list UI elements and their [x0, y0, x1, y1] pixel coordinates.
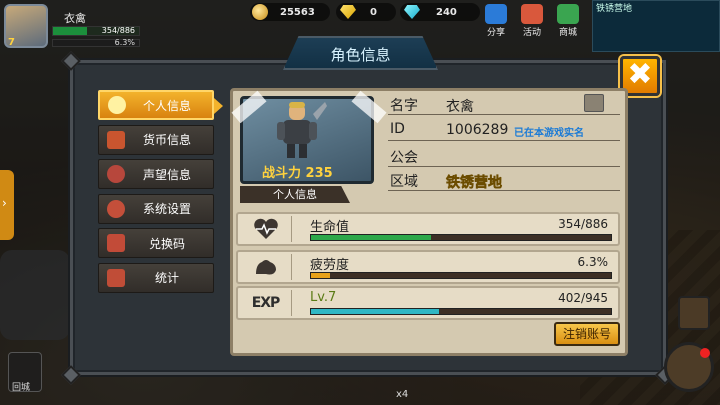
- region-value: 铁锈营地: [446, 175, 503, 192]
- activity-label: 活动: [522, 28, 541, 38]
- shop-label: 商城: [558, 28, 577, 38]
- guild-key: 公会: [390, 150, 418, 166]
- hud-exp-bar: 6.3%: [52, 38, 140, 47]
- id-key: ID: [390, 121, 405, 137]
- chart-icon: [107, 268, 125, 287]
- menu-item-stats[interactable]: 统计: [98, 262, 214, 293]
- verification-tag: 已在本游戏实名: [514, 128, 584, 139]
- exp-value: 402/945: [558, 291, 608, 305]
- exp-icon-text: EXP: [251, 295, 281, 311]
- id-value: 1006289: [446, 122, 509, 138]
- home-label: 回城: [12, 383, 31, 393]
- muscle-icon: [240, 254, 292, 280]
- player-name: 衣禽: [64, 12, 86, 25]
- hp-bar-fill: [311, 235, 431, 240]
- stat-fatigue: 疲劳度 6.3%: [236, 250, 620, 284]
- hp-label: 生命值: [310, 220, 350, 235]
- exp-level-label: Lv.7: [310, 290, 337, 305]
- minimap-label: 铁锈营地: [596, 4, 633, 14]
- close-icon: ✖: [627, 57, 653, 92]
- fatigue-bar: [310, 272, 612, 279]
- player-level: 7: [8, 37, 15, 48]
- info-row-region: 区域 铁锈营地: [388, 169, 620, 191]
- gem-value: 0: [370, 6, 377, 18]
- gear-icon: [107, 199, 125, 218]
- stat-exp: EXP Lv.7 402/945: [236, 286, 620, 320]
- fatigue-value: 6.3%: [577, 255, 609, 269]
- menu-item-label: 货币信息: [142, 133, 191, 147]
- share-button[interactable]: 分享: [482, 4, 510, 38]
- shop-icon: [557, 4, 579, 24]
- active-menu-arrow: [214, 98, 223, 114]
- menu-item-label: 统计: [154, 271, 179, 285]
- hp-bar: [310, 234, 612, 241]
- info-row-id: ID 1006289: [388, 119, 620, 141]
- reputation-icon: [107, 165, 125, 183]
- combat-power-value: 235: [305, 166, 333, 181]
- region-key: 区域: [390, 174, 418, 190]
- diamond-icon: [404, 5, 420, 19]
- menu-item-label: 声望信息: [142, 167, 191, 182]
- info-row-guild: 公会: [388, 145, 620, 167]
- character-sprite: [277, 102, 327, 158]
- heart-icon: [240, 216, 292, 242]
- fatigue-bar-fill: [311, 273, 330, 278]
- share-label: 分享: [486, 28, 505, 38]
- fatigue-label: 疲劳度: [310, 258, 350, 273]
- activity-button[interactable]: 活动: [518, 4, 546, 38]
- menu-item-settings[interactable]: 系统设置: [98, 193, 214, 224]
- menu-item-label: 系统设置: [142, 202, 191, 216]
- menu-item-reputation[interactable]: 声望信息: [98, 159, 214, 189]
- side-expand-tab[interactable]: ›: [0, 170, 14, 240]
- hud-hp-bar: 354/886: [52, 26, 140, 36]
- name-value: 衣禽: [446, 99, 474, 115]
- panel-title: 角色信息: [330, 46, 391, 64]
- menu-item-label: 兑换码: [148, 236, 185, 251]
- side-menu: 个人信息 货币信息 声望信息 系统设置 兑换码 统计: [98, 90, 214, 297]
- notification-badge: [700, 348, 710, 358]
- coin-counter: 25563: [250, 3, 330, 21]
- stat-hp: 生命值 354/886: [236, 212, 620, 246]
- exp-bar-fill: [311, 309, 439, 314]
- menu-item-currency[interactable]: 货币信息: [98, 124, 214, 155]
- user-icon: [108, 96, 126, 114]
- shop-button[interactable]: 商城: [554, 4, 582, 38]
- portrait-caption: 个人信息: [240, 186, 350, 203]
- exp-icon: EXP: [240, 290, 292, 316]
- hp-value: 354/886: [558, 217, 608, 231]
- menu-item-redeem[interactable]: 兑换码: [98, 228, 214, 258]
- hud-exp-text: 6.3%: [114, 38, 135, 47]
- coins-icon: [107, 130, 125, 149]
- logout-button[interactable]: 注销账号: [554, 322, 620, 346]
- gem-counter: 0: [336, 3, 396, 21]
- hud-hp-text: 354/886: [101, 26, 135, 35]
- share-icon: [485, 4, 507, 24]
- activity-icon: [521, 4, 543, 24]
- chevron-right-icon: ›: [2, 196, 7, 210]
- diamond-value: 240: [436, 6, 457, 18]
- exp-bar: [310, 308, 612, 315]
- item-count: x4: [396, 389, 409, 400]
- coin-value: 25563: [280, 6, 315, 18]
- gem-icon: [340, 5, 356, 19]
- diamond-counter: 240: [400, 3, 480, 21]
- menu-item-label: 个人信息: [142, 98, 191, 113]
- redeem-icon: [107, 234, 125, 252]
- combat-power-label: 战斗力: [262, 166, 302, 181]
- name-key: 名字: [390, 98, 418, 114]
- player-hud: 7 衣禽 354/886 6.3%: [0, 0, 150, 52]
- coin-icon: [252, 4, 268, 20]
- combat-power: 战斗力 235: [262, 162, 333, 181]
- menu-item-personal[interactable]: 个人信息: [98, 90, 214, 120]
- bag-button[interactable]: [678, 296, 710, 330]
- edit-name-button[interactable]: [584, 94, 604, 112]
